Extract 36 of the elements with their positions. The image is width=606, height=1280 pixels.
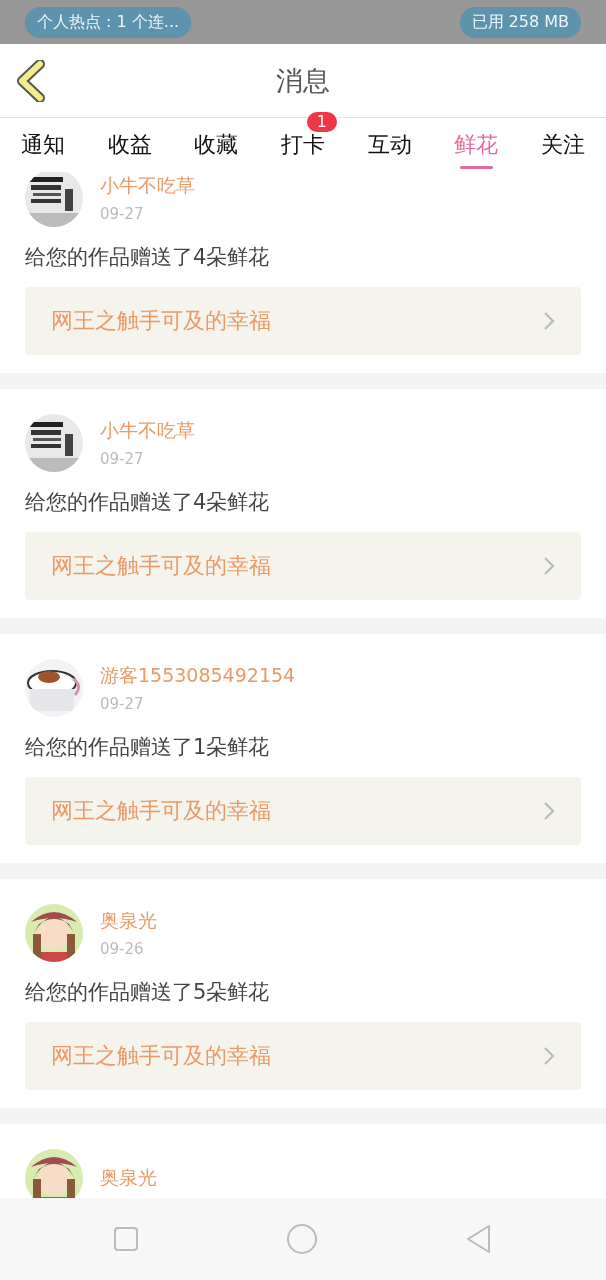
back-icon[interactable]	[16, 60, 46, 102]
tab[interactable]: 收藏	[192, 126, 241, 164]
back-triangle-icon[interactable]	[464, 1224, 493, 1254]
work-link[interactable]: 网王之触手可及的幸福	[25, 532, 581, 600]
work-link[interactable]: 网王之触手可及的幸福	[25, 287, 581, 355]
sender-name[interactable]: 游客1553085492154	[100, 663, 296, 689]
work-link[interactable]: 网王之触手可及的幸福	[25, 777, 581, 845]
tab-indicator	[460, 166, 494, 169]
message-text: 给您的作品赠送了1朵鲜花	[25, 734, 271, 761]
sender-name[interactable]: 奥泉光	[100, 1165, 157, 1191]
message-text: 给您的作品赠送了4朵鲜花	[25, 244, 271, 271]
message-date: 09-26	[100, 940, 145, 958]
page-title: 消息	[276, 63, 330, 98]
tab[interactable]: 鲜花	[452, 126, 501, 164]
sender-name[interactable]: 小牛不吃草	[100, 418, 195, 444]
recent-apps-icon[interactable]	[113, 1226, 140, 1252]
message-text: 给您的作品赠送了5朵鲜花	[25, 979, 271, 1006]
tab[interactable]: 收益	[105, 126, 154, 164]
tab[interactable]: 互动	[365, 126, 414, 164]
tab[interactable]: 通知	[19, 126, 68, 164]
data-usage: 已用 258 MB	[459, 6, 581, 38]
home-icon[interactable]	[286, 1223, 318, 1255]
message-date: 09-27	[100, 205, 145, 223]
message-date: 09-27	[100, 450, 145, 468]
sender-name[interactable]: 小牛不吃草	[100, 173, 195, 199]
sender-name[interactable]: 奥泉光	[100, 908, 157, 934]
chevron-right-icon	[543, 556, 555, 576]
message-text: 给您的作品赠送了4朵鲜花	[25, 489, 271, 516]
chevron-right-icon	[543, 311, 555, 331]
chevron-right-icon	[543, 801, 555, 821]
message-date: 09-27	[100, 695, 145, 713]
tab[interactable]: 关注	[538, 126, 587, 164]
notification-badge: 1	[307, 112, 337, 132]
hotspot-status: 个人热点 : 1 个连...	[25, 6, 192, 38]
chevron-right-icon	[543, 1046, 555, 1066]
work-link[interactable]: 网王之触手可及的幸福	[25, 1022, 581, 1090]
